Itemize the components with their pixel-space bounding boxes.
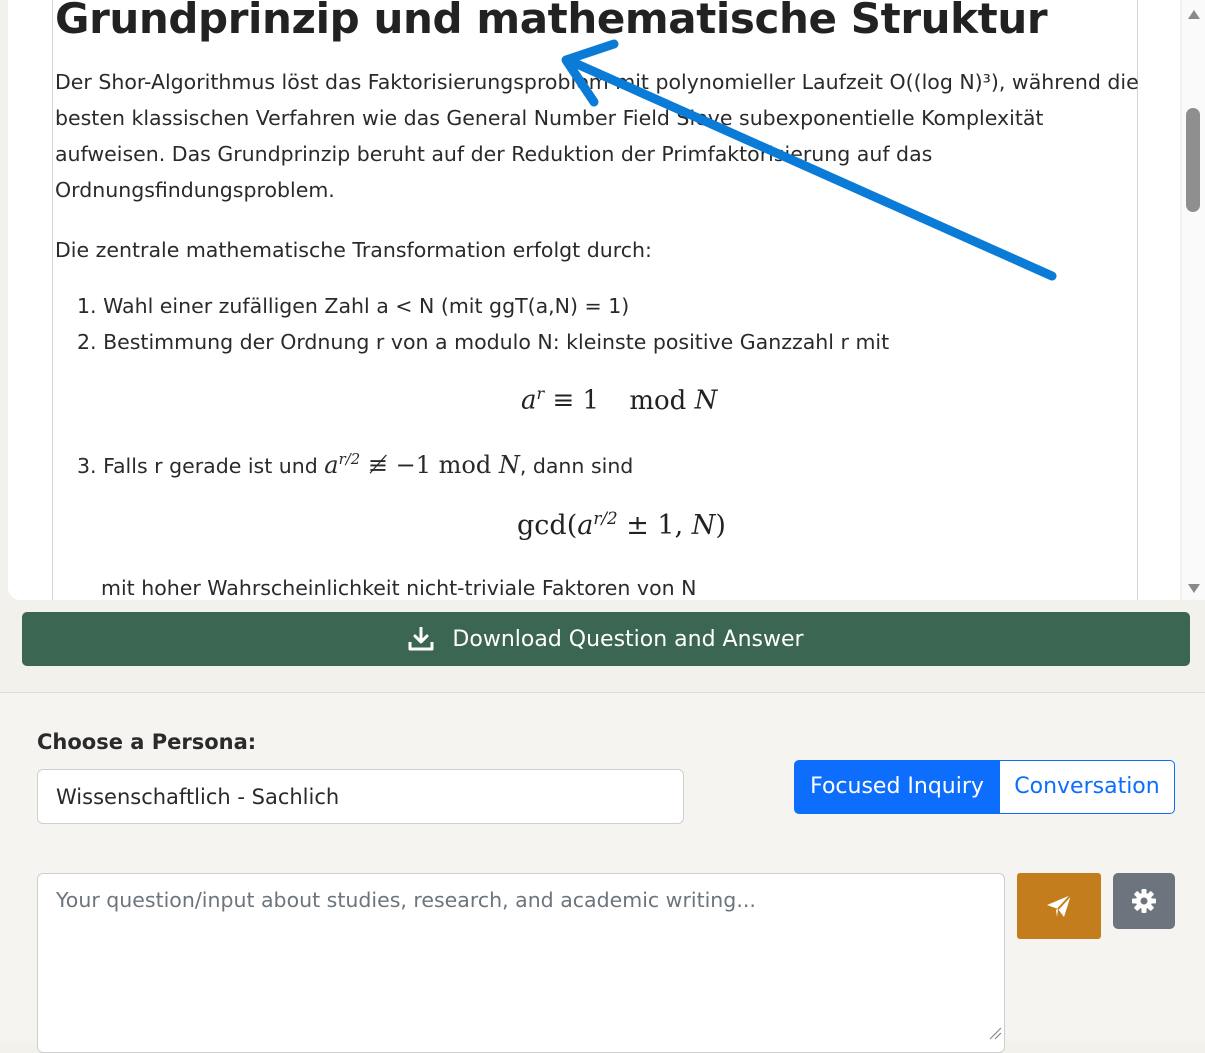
gear-icon [1132,889,1156,913]
annotation-arrow [561,39,1057,281]
mode-focused-inquiry-button[interactable]: Focused Inquiry [794,760,1000,814]
persona-select[interactable]: Wissenschaftlich - Sachlich [37,769,684,824]
scroll-thumb[interactable] [1186,108,1200,212]
send-button[interactable] [1017,873,1101,939]
settings-button[interactable] [1113,873,1175,929]
answer-pane[interactable]: Grundprinzip und mathematische Struktur … [8,0,1180,600]
scroll-up-arrow-icon[interactable] [1188,10,1200,19]
download-qa-button[interactable]: Download Question and Answer [22,612,1190,666]
answer-scrollbar[interactable] [1182,0,1205,600]
annotation-arrow-stroke [561,39,1057,281]
mode-toggle-group: Focused Inquiry Conversation [794,760,1175,814]
download-button-label: Download Question and Answer [452,626,804,652]
arrow-shaft [563,55,1057,281]
resize-grip-icon[interactable] [988,1026,1002,1040]
persona-label: Choose a Persona: [37,730,257,754]
question-input[interactable] [37,873,1005,1053]
mode-conversation-button[interactable]: Conversation [1000,760,1175,814]
download-icon [408,627,434,651]
scroll-down-arrow-icon[interactable] [1188,584,1200,593]
paper-plane-icon [1047,894,1072,917]
